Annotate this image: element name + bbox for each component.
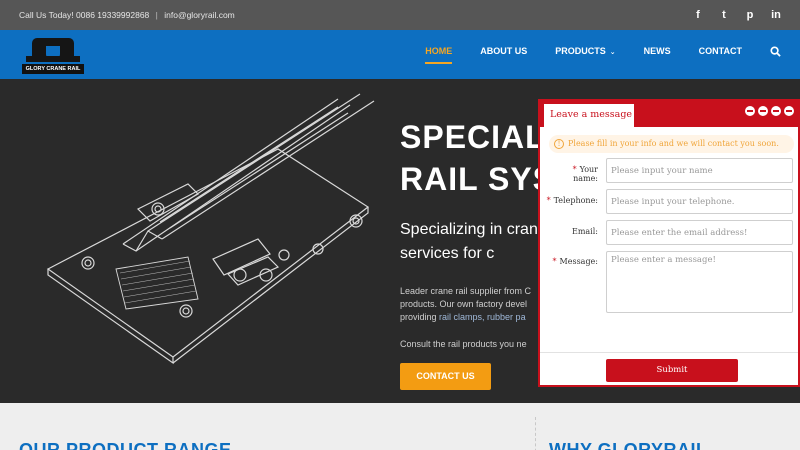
top-bar: Call Us Today! 0086 19339992868 | info@g… — [0, 0, 800, 30]
info-icon: ! — [554, 139, 564, 149]
restore-icon[interactable] — [758, 106, 768, 116]
info-notice: ! Please fill in your info and we will c… — [549, 135, 794, 153]
hero-consult-text: Consult the rail products you ne — [400, 339, 527, 349]
name-label: * Your name: — [546, 165, 598, 183]
minimize-icon[interactable] — [745, 106, 755, 116]
message-textarea[interactable] — [606, 251, 793, 313]
why-gloryrail-heading: WHY GLORYRAIL — [549, 440, 708, 450]
facebook-icon[interactable]: f — [692, 7, 704, 23]
required-mark: * — [552, 257, 557, 266]
widget-divider — [540, 352, 798, 353]
nav-item-home[interactable]: HOME — [425, 30, 453, 79]
logo-text: GLORY CRANE RAIL — [22, 64, 84, 74]
main-navigation: GLORY CRANE RAIL HOME ABOUT US PRODUCTS ⌄… — [0, 30, 800, 79]
nav-item-news[interactable]: NEWS — [644, 30, 671, 79]
nav-item-contact[interactable]: CONTACT — [699, 30, 742, 79]
submit-button[interactable]: Submit — [606, 359, 738, 382]
top-contact-info: Call Us Today! 0086 19339992868 | info@g… — [19, 10, 235, 20]
widget-controls — [745, 106, 794, 116]
telephone-label: * Telephone: — [546, 196, 598, 205]
chevron-down-icon: ⌄ — [609, 49, 616, 56]
nav-item-products[interactable]: PRODUCTS ⌄ — [555, 30, 615, 79]
email-link[interactable]: info@gloryrail.com — [164, 10, 235, 20]
nav-menu: HOME ABOUT US PRODUCTS ⌄ NEWS CONTACT — [397, 30, 782, 79]
social-links: f t p in — [692, 7, 782, 23]
rail-clamps-link[interactable]: rail clamps, rubber pa — [439, 312, 526, 322]
rail-clamp-illustration — [46, 93, 375, 365]
message-label-text: Message: — [559, 257, 598, 266]
email-input[interactable] — [606, 220, 793, 245]
email-label: Email: — [571, 227, 598, 236]
section-divider — [535, 417, 536, 450]
name-input[interactable] — [606, 158, 793, 183]
hero-title-line-2: RAIL SYS — [400, 161, 555, 197]
pinterest-icon[interactable]: p — [744, 7, 756, 23]
message-label: * Message: — [546, 257, 598, 266]
contact-us-button[interactable]: CONTACT US — [400, 363, 491, 390]
info-notice-text: Please fill in your info and we will con… — [568, 139, 779, 148]
telephone-input[interactable] — [606, 189, 793, 214]
collapse-icon[interactable] — [771, 106, 781, 116]
product-range-heading: OUR PRODUCT RANGE — [19, 440, 232, 450]
linkedin-icon[interactable]: in — [770, 7, 782, 23]
search-icon[interactable] — [770, 30, 782, 79]
hero-title-line-1: SPECIALI — [400, 119, 556, 155]
phone-text: Call Us Today! 0086 19339992868 — [19, 10, 150, 20]
product-range-section: OUR PRODUCT RANGE WHY GLORYRAIL — [0, 403, 800, 450]
twitter-icon[interactable]: t — [718, 7, 730, 23]
telephone-label-text: Telephone: — [553, 196, 598, 205]
separator: | — [155, 10, 158, 20]
logo-base-shape — [26, 56, 80, 62]
required-mark: * — [546, 196, 551, 205]
leave-message-widget: Leave a message ! Please fill in your in… — [538, 99, 800, 387]
hero-paragraph: Leader crane rail supplier from C produc… — [400, 285, 560, 324]
nav-item-about-us[interactable]: ABOUT US — [480, 30, 527, 79]
close-icon[interactable] — [784, 106, 794, 116]
site-logo[interactable]: GLORY CRANE RAIL — [22, 38, 84, 74]
required-mark: * — [572, 165, 577, 174]
nav-item-products-label: PRODUCTS — [555, 46, 606, 56]
hero-title: SPECIALI RAIL SYS — [400, 116, 556, 200]
leave-message-tab[interactable]: Leave a message — [544, 104, 634, 129]
